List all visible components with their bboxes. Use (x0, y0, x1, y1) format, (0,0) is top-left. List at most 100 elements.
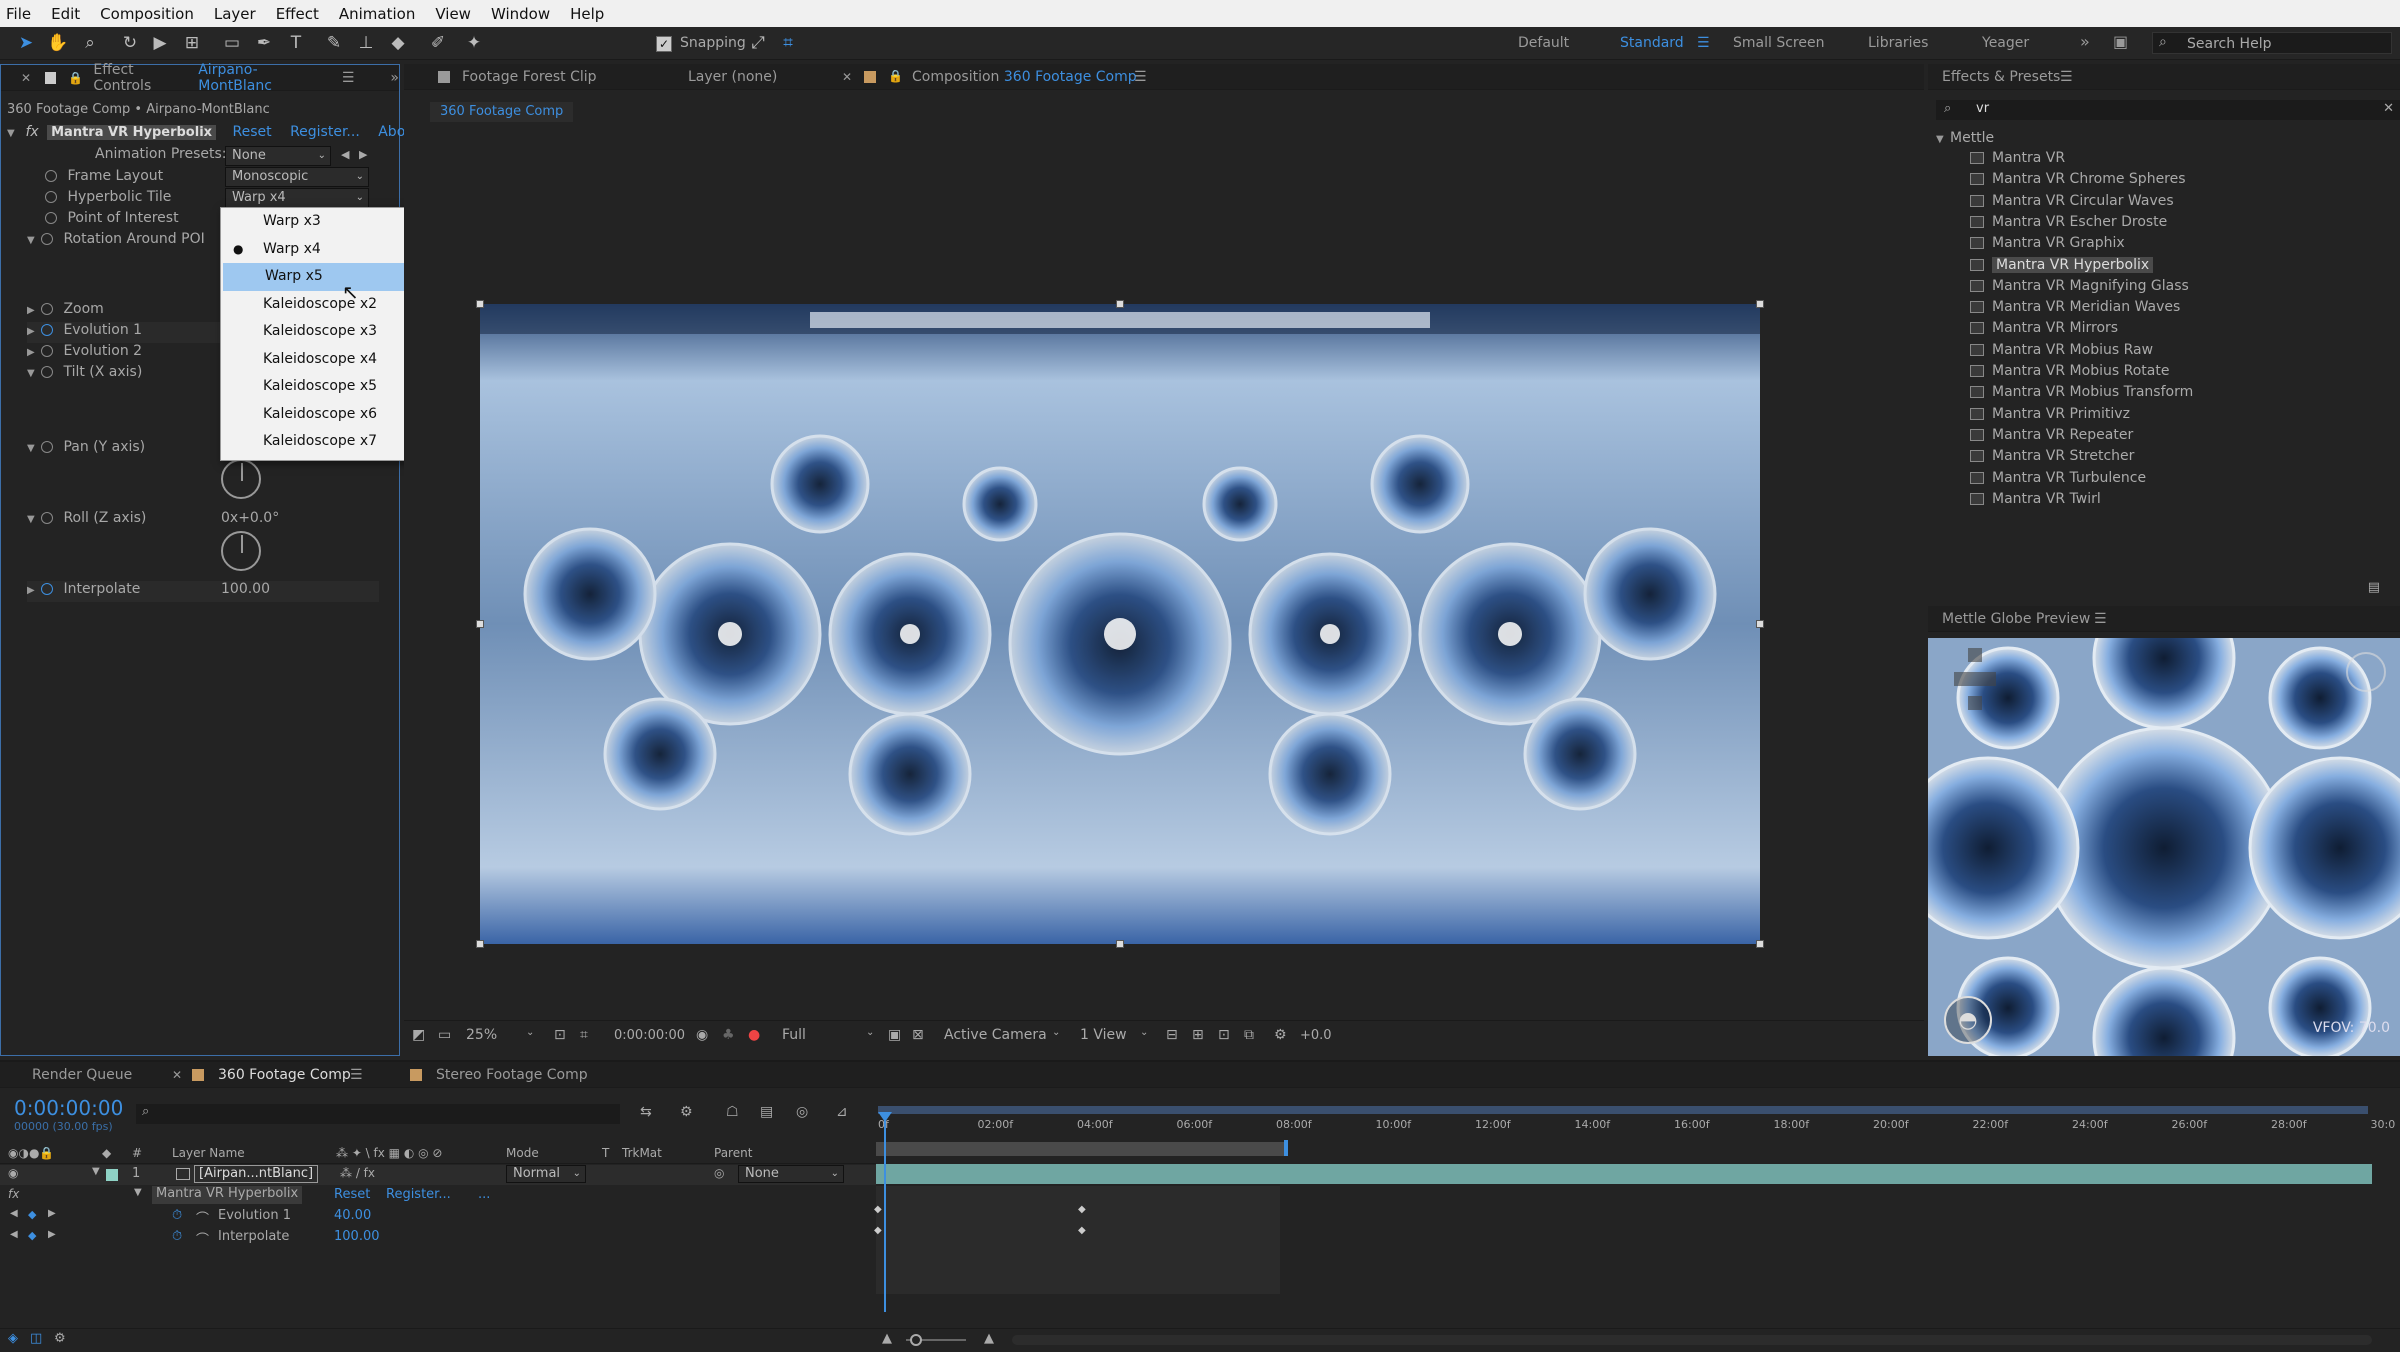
expand-triangle-icon[interactable]: ▼ (27, 368, 41, 379)
property-value-interpolate[interactable]: 100.00 (334, 1229, 380, 1244)
effect-preset-item[interactable]: Mantra VR Stretcher (1970, 448, 2134, 469)
tab-layer[interactable]: Layer (none) (688, 69, 777, 85)
keyframe-marker[interactable]: ◆ (1078, 1204, 1086, 1215)
snap-edge-icon[interactable]: ⤢ (746, 32, 770, 54)
preset-next-icon[interactable]: ▶ (359, 148, 367, 161)
hyperbolic-tile-dropdown[interactable]: Warp x4 ⌄ (225, 188, 369, 208)
always-preview-icon[interactable]: ◩ (412, 1027, 425, 1043)
roll-value[interactable]: 0x+0.0° (221, 510, 279, 531)
expand-triangle-icon[interactable]: ▶ (27, 305, 41, 316)
hand-tool-icon[interactable]: ✋ (46, 32, 70, 54)
camera-tool-icon[interactable]: ▶ (148, 32, 172, 54)
keyframe-marker[interactable]: ◆ (1078, 1225, 1086, 1236)
layer-mode-dropdown[interactable]: Normal ⌄ (506, 1165, 586, 1183)
rectangle-tool-icon[interactable]: ▭ (220, 32, 244, 54)
stopwatch-icon[interactable] (41, 233, 53, 245)
next-keyframe-icon[interactable]: ▶ (48, 1229, 56, 1240)
pen-tool-icon[interactable]: ✒ (252, 32, 276, 54)
workspace-overflow-icon[interactable]: » (2080, 32, 2090, 51)
effect-register-link[interactable]: Register... (290, 124, 360, 140)
close-icon[interactable]: ✕ (842, 70, 852, 84)
effect-name[interactable]: Mantra VR Hyperbolix (47, 125, 217, 140)
timeline-search-field[interactable]: ⌕ (136, 1104, 620, 1124)
safe-margins-icon[interactable]: ⌗ (580, 1027, 588, 1043)
brush-tool-icon[interactable]: ✎ (322, 32, 346, 54)
menu-animation[interactable]: Animation (339, 5, 415, 23)
panel-menu-icon[interactable]: ☰ (2060, 69, 2073, 85)
property-value-evolution1[interactable]: 40.00 (334, 1208, 371, 1223)
effect-preset-item[interactable]: Mantra VR Mobius Transform (1970, 384, 2193, 405)
globe-icon[interactable] (2346, 652, 2386, 692)
effect-about-link[interactable]: Abo (378, 124, 405, 140)
timeline-effect-reset[interactable]: Reset (334, 1187, 370, 1202)
animation-presets-dropdown[interactable]: None ⌄ (225, 146, 331, 166)
keyframe-marker[interactable]: ◆ (874, 1225, 882, 1236)
pan-dial[interactable] (221, 459, 261, 499)
effect-preset-item[interactable]: Mantra VR Meridian Waves (1970, 299, 2180, 320)
tab-footage[interactable]: Footage Forest Clip (462, 69, 597, 85)
effect-preset-item[interactable]: Mantra VR Mobius Rotate (1970, 363, 2169, 384)
fit-icon[interactable]: ⊡ (554, 1027, 566, 1043)
label-icon[interactable]: ◆ (102, 1146, 111, 1160)
search-help-field[interactable]: ⌕ Search Help (2152, 32, 2392, 54)
transfer-controls-toggle-icon[interactable]: ◫ (30, 1331, 42, 1346)
effect-controls-tab[interactable]: Effect Controls (93, 62, 190, 94)
stopwatch-active-icon[interactable]: ⏱ (172, 1229, 182, 1244)
exposure-value[interactable]: +0.0 (1300, 1028, 1332, 1043)
menu-layer[interactable]: Layer (214, 5, 256, 23)
navigation-cube-icon[interactable] (1940, 648, 2024, 718)
transform-handle[interactable] (1756, 300, 1764, 308)
panel-expand-icon[interactable]: » (390, 70, 399, 86)
draft-3d-icon[interactable]: ⚙ (680, 1104, 693, 1120)
snapping-checkbox[interactable]: ✓ (656, 36, 672, 52)
time-ruler[interactable]: 0f02:00f04:00f06:00f08:00f10:00f12:00f14… (876, 1116, 2395, 1136)
comp-mini-flowchart-icon[interactable]: ⇆ (640, 1104, 652, 1120)
menu-effect[interactable]: Effect (276, 5, 319, 23)
toggle-pixel-aspect-icon[interactable]: ⊟ (1166, 1027, 1178, 1043)
add-keyframe-icon[interactable]: ◆ (28, 1229, 36, 1242)
graph-editor-icon[interactable]: ⊿ (836, 1104, 848, 1120)
selection-tool-icon[interactable]: ➤ (14, 32, 38, 54)
stopwatch-active-icon[interactable] (41, 324, 53, 336)
timeline-timecode[interactable]: 0:00:00:00 (14, 1096, 123, 1120)
prev-keyframe-icon[interactable]: ◀ (10, 1229, 18, 1240)
tab-composition[interactable]: Composition 360 Footage Comp (912, 69, 1137, 85)
timeline-effect-register[interactable]: Register... (386, 1187, 451, 1202)
in-out-toggle-icon[interactable]: ⚙ (54, 1331, 66, 1346)
pickwhip-icon[interactable]: ◎ (714, 1166, 724, 1180)
flowchart-icon[interactable]: ⧉ (1244, 1027, 1254, 1043)
transform-handle[interactable] (1116, 940, 1124, 948)
expand-triangle-icon[interactable]: ▼ (27, 235, 41, 246)
monitor-icon[interactable]: ▭ (438, 1027, 451, 1043)
timeline-effect-more[interactable]: ... (478, 1187, 490, 1202)
av-switches-icon[interactable]: ◉◑●🔒 (8, 1146, 54, 1160)
snap-feature-icon[interactable]: ⌗ (776, 32, 800, 54)
menu-composition[interactable]: Composition (100, 5, 194, 23)
layer-name[interactable]: [Airpan...ntBlanc] (194, 1165, 319, 1183)
preset-prev-icon[interactable]: ◀ (341, 148, 349, 161)
fx-icon[interactable]: fx (8, 1187, 19, 1201)
zoom-dropdown[interactable]: 25% (466, 1027, 497, 1043)
work-area-bar[interactable] (878, 1106, 2368, 1114)
effect-preset-item[interactable]: Mantra VR Magnifying Glass (1970, 278, 2189, 299)
roll-dial[interactable] (221, 531, 261, 571)
zoom-tool-icon[interactable]: ⌕ (78, 32, 102, 54)
fast-preview-icon[interactable]: ⊞ (1192, 1027, 1204, 1043)
graph-icon[interactable]: ⌒ (196, 1229, 209, 1248)
globe-preview-image[interactable]: ◓ VFOV: 70.0 (1928, 638, 2400, 1056)
stopwatch-active-icon[interactable]: ⏱ (172, 1208, 182, 1223)
expand-triangle-icon[interactable]: ▼ (134, 1187, 142, 1198)
effect-preset-item[interactable]: Mantra VR Mobius Raw (1970, 342, 2153, 363)
transform-handle[interactable] (1756, 940, 1764, 948)
type-tool-icon[interactable]: T (284, 32, 308, 54)
effect-preset-item[interactable]: Mantra VR Twirl (1970, 491, 2101, 512)
tab-render-queue[interactable]: Render Queue (32, 1067, 132, 1083)
clone-stamp-tool-icon[interactable]: ⊥ (354, 32, 378, 54)
puppet-tool-icon[interactable]: ✦ (462, 32, 486, 54)
effect-preset-item[interactable]: Mantra VR (1970, 150, 2065, 171)
interpolate-value[interactable]: 100.00 (221, 581, 270, 602)
workspace-menu-icon[interactable]: ☰ (1697, 35, 1710, 51)
current-time[interactable]: 0:00:00:00 (614, 1028, 685, 1043)
frame-layout-dropdown[interactable]: Monoscopic ⌄ (225, 167, 369, 187)
effect-preset-item[interactable]: Mantra VR Mirrors (1970, 320, 2118, 341)
